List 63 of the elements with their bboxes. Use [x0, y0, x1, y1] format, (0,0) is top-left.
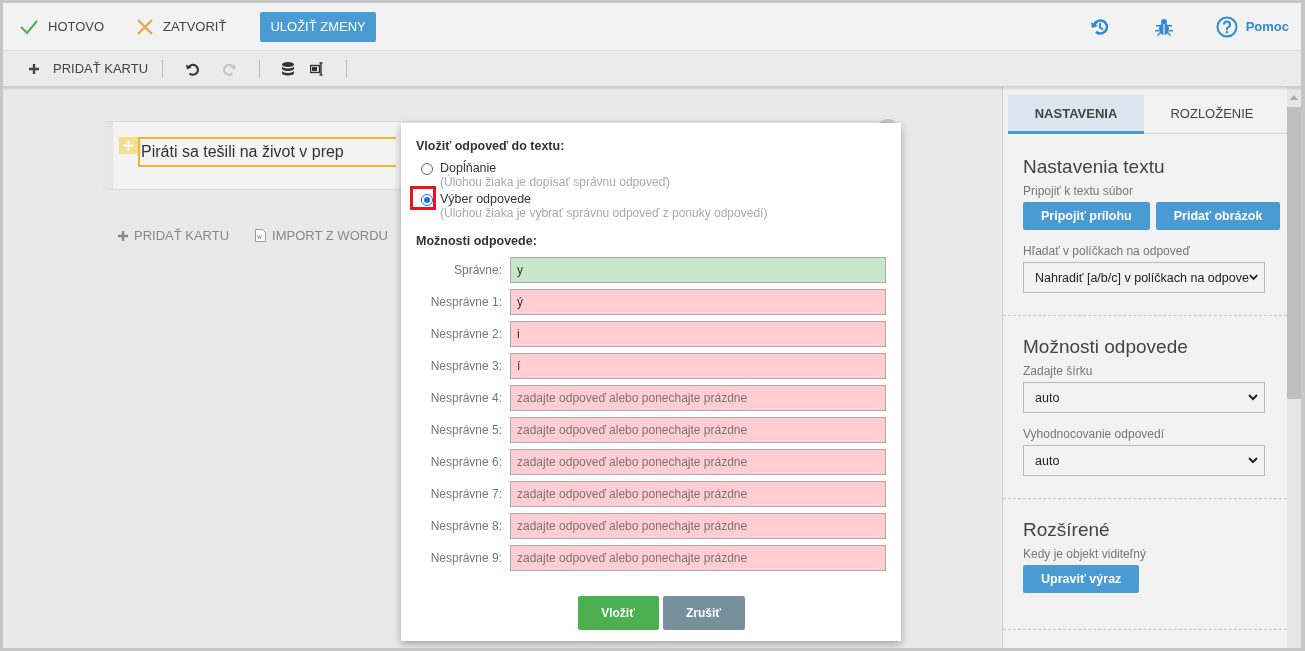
field-label: Kedy je objekt viditeľný [1023, 547, 1147, 561]
radio-button[interactable] [421, 194, 433, 206]
field-label: Pripojiť k textu súbor [1023, 184, 1134, 198]
wrong-answer-field[interactable]: zadajte odpoveď alebo ponechajte prázdne [510, 481, 886, 507]
wrong-answer-field[interactable]: zadajte odpoveď alebo ponechajte prázdne [510, 545, 886, 571]
document-icon [255, 229, 267, 242]
select-field[interactable]: auto [1023, 382, 1265, 413]
radio-label: Dopĺňanie [440, 161, 498, 175]
scrollbar-thumb[interactable] [1287, 107, 1301, 399]
answer-label: Nesprávne 5: [429, 423, 502, 437]
header-action-button[interactable]: ZATVORIŤ [136, 17, 227, 36]
correct-answer-field[interactable]: y [510, 257, 886, 283]
database-icon[interactable] [282, 61, 295, 76]
bug-icon[interactable] [1153, 16, 1174, 37]
field-label: Hľadať v políčkach na odpoveď [1023, 244, 1191, 258]
help-icon [1215, 15, 1238, 38]
field-label: Zadajte šírku [1023, 364, 1094, 378]
answer-label: Správne: [452, 263, 502, 277]
plus-icon [29, 63, 39, 74]
wrong-answer-field[interactable]: zadajte odpoveď alebo ponechajte prázdne [510, 449, 886, 475]
radio-hint: (Úlohou žiaka je vybrať správnu odpoveď z ponuky odpovedí) [440, 206, 768, 220]
answer-label: Nesprávne 1: [429, 295, 502, 309]
move-handle[interactable] [119, 137, 138, 154]
chevron-down-icon [1248, 274, 1258, 281]
chevron-down-icon [1248, 457, 1258, 464]
radio-hint: (Úlohou žiaka je dopísať správnu odpoveď) [440, 175, 670, 189]
answer-label: Nesprávne 3: [429, 359, 502, 373]
answer-label: Nesprávne 4: [429, 391, 502, 405]
check-icon [19, 18, 39, 35]
radio-button[interactable] [421, 163, 433, 175]
add-card-button[interactable]: PRIDAŤ KARTU [21, 61, 149, 76]
header-action-button[interactable]: HOTOVO [19, 18, 105, 35]
history-icon[interactable] [1089, 16, 1110, 37]
card-text-field[interactable]: Piráti sa tešili na život v prep [138, 137, 396, 167]
radio-label: Výber odpovede [440, 192, 533, 206]
close-icon [136, 17, 155, 36]
panel-tab[interactable]: NASTAVENIA [1008, 95, 1144, 134]
section-title: Nastavenia textu [1023, 156, 1166, 178]
answer-label: Nesprávne 2: [429, 327, 502, 341]
wrong-answer-field[interactable]: i [510, 321, 886, 347]
undo-icon[interactable] [185, 61, 200, 76]
wrong-answer-field[interactable]: zadajte odpoveď alebo ponechajte prázdne [510, 417, 886, 443]
panel-tab[interactable]: ROZLOŽENIE [1144, 95, 1280, 134]
field-label: Vyhodnocovanie odpovedí [1023, 427, 1165, 441]
section-title: Rozšírené [1023, 519, 1111, 541]
dialog-title: Vložiť odpoveď do textu: [416, 139, 566, 153]
plus-icon [118, 230, 128, 241]
section-title: Možnosti odpovede: [416, 234, 538, 248]
wrong-answer-field[interactable]: ý [510, 289, 886, 315]
wrong-answer-field[interactable]: zadajte odpoveď alebo ponechajte prázdne [510, 385, 886, 411]
move-icon [123, 140, 134, 151]
select-field[interactable]: auto [1023, 445, 1265, 476]
answer-label: Nesprávne 8: [429, 519, 502, 533]
wrong-answer-field[interactable]: zadajte odpoveď alebo ponechajte prázdne [510, 513, 886, 539]
scroll-up-icon[interactable] [1290, 95, 1298, 100]
text-field-icon[interactable] [310, 61, 325, 76]
answer-label: Nesprávne 9: [429, 551, 502, 565]
answer-label: Nesprávne 6: [429, 455, 502, 469]
wrong-answer-field[interactable]: í [510, 353, 886, 379]
select-field[interactable]: Nahradiť [a/b/c] v políčkach na odpove [1023, 262, 1265, 293]
chevron-down-icon [1248, 394, 1258, 401]
section-title: Možnosti odpovede [1023, 336, 1189, 358]
answer-label: Nesprávne 7: [429, 487, 502, 501]
